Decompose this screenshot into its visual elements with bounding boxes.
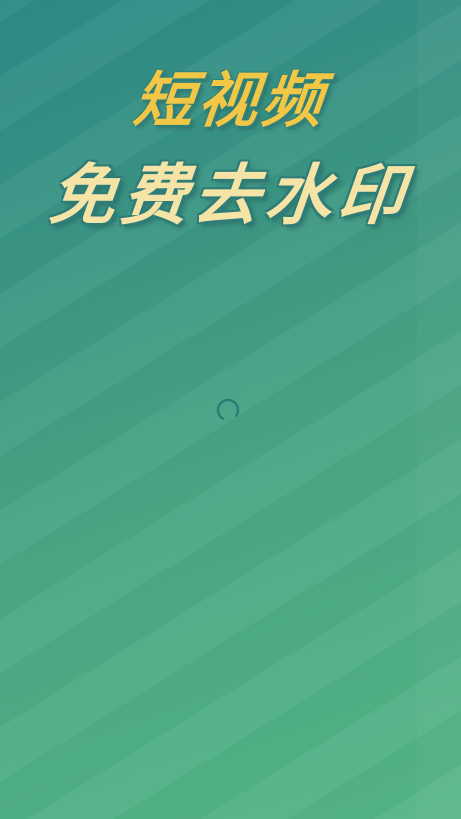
splash-title-line2: 免费去水印 [45, 156, 415, 234]
splash-title-line1: 短视频 [130, 66, 330, 136]
loading-spinner-icon [216, 398, 240, 422]
